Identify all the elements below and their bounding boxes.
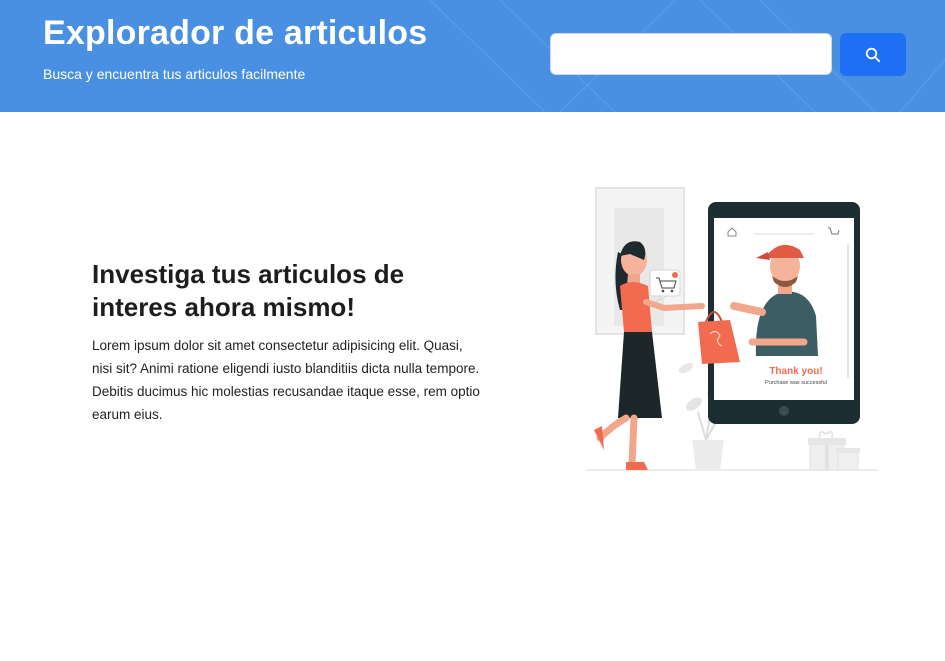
search-button[interactable] bbox=[840, 33, 906, 76]
purchase-status-text: Purchase was successful bbox=[765, 380, 827, 386]
search-icon bbox=[865, 47, 881, 62]
page-header: Explorador de articulos Busca y encuentr… bbox=[0, 0, 945, 112]
hero-description: Lorem ipsum dolor sit amet consectetur a… bbox=[92, 338, 480, 422]
hero-title: Investiga tus articulos de interes ahora… bbox=[92, 259, 405, 322]
gift-boxes-icon bbox=[808, 431, 860, 471]
online-shopping-illustration: Thank you! Purchase was successful bbox=[586, 187, 878, 471]
thank-you-text: Thank you! bbox=[769, 366, 822, 377]
tablet-device: Thank you! Purchase was successful bbox=[708, 202, 860, 424]
page-title: Explorador de articulos bbox=[43, 14, 428, 52]
search-input[interactable] bbox=[550, 33, 832, 75]
page-subtitle: Busca y encuentra tus articulos facilmen… bbox=[43, 66, 306, 82]
